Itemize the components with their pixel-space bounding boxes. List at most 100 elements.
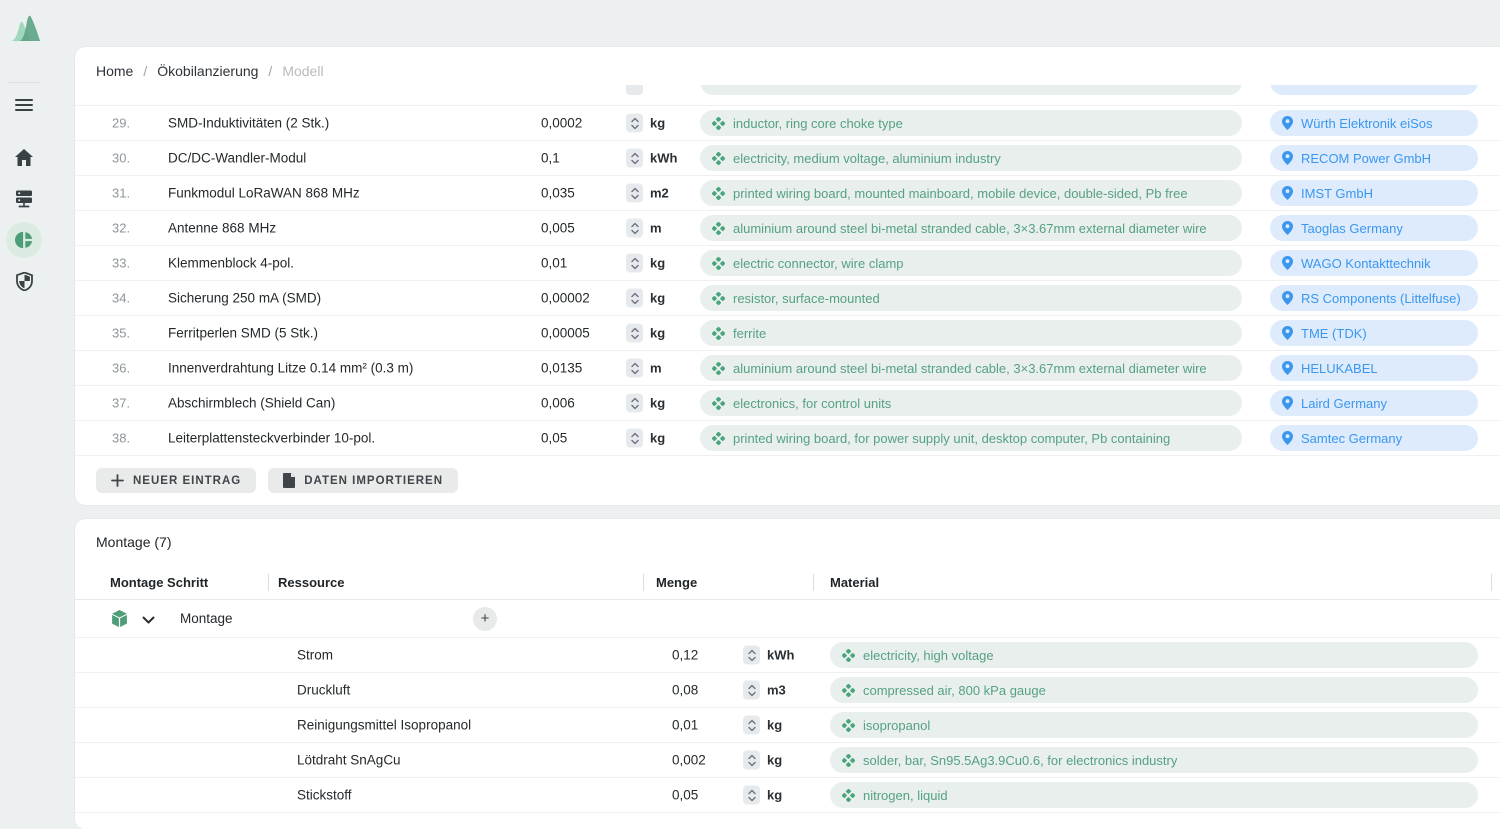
material-pill[interactable]: inductor, ring core choke type [700,110,1242,136]
quantity-stepper[interactable] [626,359,643,378]
quantity-stepper[interactable] [626,394,643,413]
resource-name[interactable]: Druckluft [297,683,350,698]
file-icon [283,473,295,488]
material-diamonds-icon [842,789,855,802]
quantity-stepper[interactable] [626,184,643,203]
quantity-value[interactable]: 0,00005 [541,326,590,341]
menu-icon[interactable] [0,87,48,123]
quantity-value[interactable]: 0,12 [672,648,698,663]
supplier-pill[interactable]: TME (TDK) [1270,320,1478,346]
material-pill[interactable]: electricity, medium voltage, aluminium i… [700,145,1242,171]
supplier-label: Laird Germany [1301,396,1387,411]
column-divider [1491,574,1492,591]
new-entry-button[interactable]: NEUER EINTRAG [96,468,256,493]
supplier-pill[interactable]: Laird Germany [1270,390,1478,416]
supplier-pill[interactable]: Würth Elektronik eiSos [1270,110,1478,136]
quantity-stepper[interactable] [743,681,760,700]
home-icon[interactable] [0,139,48,175]
supplier-pill[interactable]: RS Components (Littelfuse) [1270,285,1478,311]
material-pill[interactable]: compressed air, 800 kPa gauge [830,677,1478,703]
material-pill[interactable]: aluminium around steel bi-metal stranded… [700,355,1242,381]
supplier-pill[interactable]: Taoglas Germany [1270,215,1478,241]
quantity-stepper[interactable] [743,646,760,665]
quantity-stepper[interactable] [626,254,643,273]
quantity-stepper[interactable] [626,219,643,238]
quantity-value[interactable]: 0,035 [541,186,575,201]
row-number: 29. [112,116,130,131]
quantity-value[interactable]: 0,01 [541,256,567,271]
resource-name[interactable]: Lötdraht SnAgCu [297,753,401,768]
row-number: 30. [112,151,130,166]
pie-chart-icon[interactable] [0,222,48,258]
quantity-stepper[interactable] [626,149,643,168]
quantity-stepper[interactable] [626,429,643,448]
quantity-value[interactable]: 0,0002 [541,116,582,131]
material-pill[interactable]: electric connector, wire clamp [700,250,1242,276]
row-number: 32. [112,221,130,236]
component-name[interactable]: SMD-Induktivitäten (2 Stk.) [168,116,329,131]
supplier-pill[interactable]: Samtec Germany [1270,425,1478,451]
quantity-stepper[interactable] [626,114,643,133]
add-resource-button[interactable]: + [473,607,497,631]
quantity-stepper[interactable] [743,786,760,805]
material-pill[interactable]: aluminium around steel bi-metal stranded… [700,215,1242,241]
material-pill[interactable]: printed wiring board, for power supply u… [700,425,1242,451]
supplier-pill[interactable]: RECOM Power GmbH [1270,145,1478,171]
quantity-stepper[interactable] [626,289,643,308]
column-divider [813,574,814,591]
material-pill[interactable]: electronics, for control units [700,390,1242,416]
quantity-value[interactable]: 0,005 [541,221,575,236]
supplier-pill[interactable]: IMST GmbH [1270,180,1478,206]
quantity-value[interactable]: 0,00002 [541,291,590,306]
unit-label: kWh [767,648,794,663]
table-row: 30. DC/DC-Wandler-Modul 0,1 kWh electric… [75,141,1500,176]
resource-name[interactable]: Strom [297,648,333,663]
quantity-value[interactable]: 0,002 [672,753,706,768]
component-name[interactable]: DC/DC-Wandler-Modul [168,151,306,166]
quantity-stepper[interactable] [743,716,760,735]
quantity-value[interactable]: 0,1 [541,151,560,166]
material-label: electronics, for control units [733,396,891,411]
unit-label: kg [650,291,665,306]
import-data-button[interactable]: DATEN IMPORTIEREN [268,468,458,493]
quantity-value[interactable]: 0,0135 [541,361,582,376]
supplier-label: IMST GmbH [1301,186,1373,201]
breadcrumb-section[interactable]: Ökobilanzierung [157,63,258,79]
component-name[interactable]: Abschirmblech (Shield Can) [168,396,335,411]
component-name[interactable]: Innenverdrahtung Litze 0.14 mm² (0.3 m) [168,361,413,376]
quantity-stepper[interactable] [743,751,760,770]
material-diamonds-icon [712,397,725,410]
material-pill[interactable]: nitrogen, liquid [830,782,1478,808]
material-pill[interactable]: printed wiring board, mounted mainboard,… [700,180,1242,206]
montage-group-name[interactable]: Montage [180,611,233,626]
material-pill[interactable]: solder, bar, Sn95.5Ag3.9Cu0.6, for elect… [830,747,1478,773]
app-logo[interactable] [7,9,45,47]
quantity-value[interactable]: 0,05 [672,788,698,803]
material-pill[interactable]: electricity, high voltage [830,642,1478,668]
component-name[interactable]: Antenne 868 MHz [168,221,276,236]
quantity-value[interactable]: 0,05 [541,431,567,446]
component-name[interactable]: Klemmenblock 4-pol. [168,256,294,271]
server-icon[interactable] [0,181,48,217]
resource-name[interactable]: Reinigungsmittel Isopropanol [297,718,471,733]
component-name[interactable]: Funkmodul LoRaWAN 868 MHz [168,186,360,201]
component-name[interactable]: Leiterplattensteckverbinder 10-pol. [168,431,375,446]
quantity-stepper[interactable] [626,324,643,343]
breadcrumb-home[interactable]: Home [96,63,133,79]
material-pill[interactable]: isopropanol [830,712,1478,738]
resource-name[interactable]: Stickstoff [297,788,352,803]
quantity-value[interactable]: 0,08 [672,683,698,698]
supplier-pill[interactable]: WAGO Kontakttechnik [1270,250,1478,276]
component-name[interactable]: Sicherung 250 mA (SMD) [168,291,321,306]
shield-icon[interactable] [0,263,48,299]
material-pill[interactable]: resistor, surface-mounted [700,285,1242,311]
supplier-label: Taoglas Germany [1301,221,1403,236]
montage-resource-row: Druckluft 0,08 m3 compressed air, 800 kP… [75,673,1500,708]
chevron-down-icon[interactable] [142,612,155,630]
material-pill[interactable]: ferrite [700,320,1242,346]
sidebar [0,0,48,819]
supplier-pill[interactable]: HELUKABEL [1270,355,1478,381]
quantity-value[interactable]: 0,01 [672,718,698,733]
component-name[interactable]: Ferritperlen SMD (5 Stk.) [168,326,318,341]
quantity-value[interactable]: 0,006 [541,396,575,411]
